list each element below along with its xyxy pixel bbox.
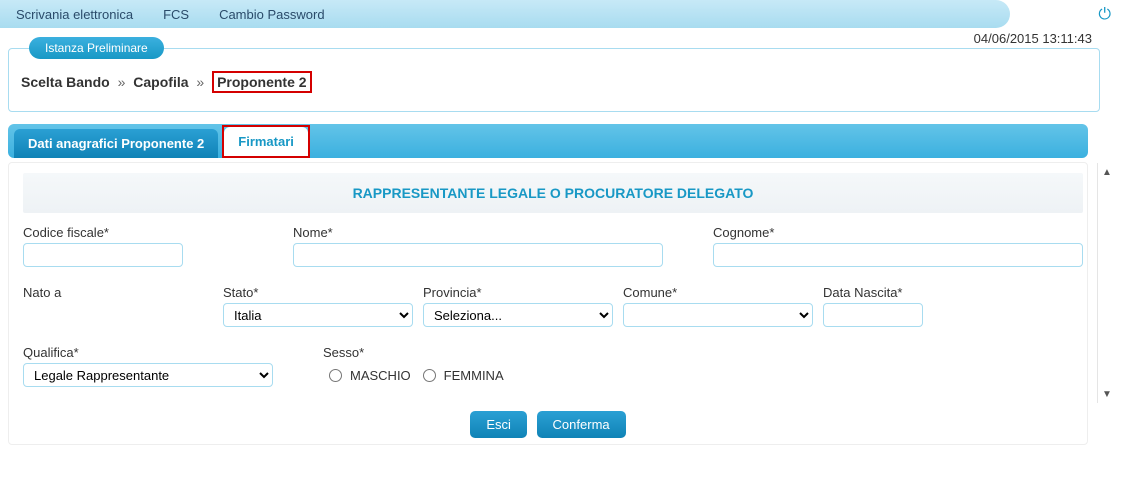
crumb-proponente-highlight: Proponente 2 (212, 71, 311, 93)
label-sesso: Sesso* (323, 345, 623, 360)
label-femmina: FEMMINA (444, 368, 504, 383)
label-data-nascita: Data Nascita* (823, 285, 953, 300)
crumb-scelta-bando[interactable]: Scelta Bando (21, 74, 110, 90)
label-comune: Comune* (623, 285, 823, 300)
conferma-button[interactable]: Conferma (537, 411, 626, 438)
crumb-proponente-2[interactable]: Proponente 2 (217, 74, 306, 90)
tab-dati-anagrafici[interactable]: Dati anagrafici Proponente 2 (14, 129, 218, 158)
scroll-down-icon[interactable]: ▼ (1098, 385, 1116, 403)
label-provincia: Provincia* (423, 285, 623, 300)
label-maschio: MASCHIO (350, 368, 411, 383)
timestamp: 04/06/2015 13:11:43 (0, 28, 1108, 48)
panel-title: Istanza Preliminare (29, 37, 164, 59)
form-area: RAPPRESENTANTE LEGALE O PROCURATORE DELE… (8, 162, 1088, 445)
input-codice-fiscale[interactable] (23, 243, 183, 267)
radio-group-sesso: MASCHIO FEMMINA (323, 363, 623, 387)
select-comune[interactable] (623, 303, 813, 327)
breadcrumb: Scelta Bando » Capofila » Proponente 2 (21, 67, 1087, 99)
nav-fcs[interactable]: FCS (163, 7, 189, 22)
label-nato-a: Nato a (23, 285, 223, 300)
esci-button[interactable]: Esci (470, 411, 527, 438)
select-qualifica[interactable]: Legale Rappresentante (23, 363, 273, 387)
scrollbar[interactable]: ▲ ▼ (1097, 163, 1098, 403)
select-stato[interactable]: Italia (223, 303, 413, 327)
nav-cambio-password[interactable]: Cambio Password (219, 7, 325, 22)
input-nome[interactable] (293, 243, 663, 267)
tab-firmatari[interactable]: Firmatari (224, 127, 308, 156)
crumb-capofila[interactable]: Capofila (133, 74, 188, 90)
scroll-up-icon[interactable]: ▲ (1098, 163, 1116, 181)
top-nav: Scrivania elettronica FCS Cambio Passwor… (0, 0, 1010, 28)
label-nome: Nome* (293, 225, 713, 240)
section-title: RAPPRESENTANTE LEGALE O PROCURATORE DELE… (23, 173, 1083, 213)
radio-femmina[interactable] (423, 369, 436, 382)
input-cognome[interactable] (713, 243, 1083, 267)
tab-firmatari-highlight: Firmatari (222, 125, 310, 158)
power-icon[interactable]: ⏻ (1098, 6, 1111, 24)
label-cognome: Cognome* (713, 225, 1083, 240)
nav-scrivania[interactable]: Scrivania elettronica (16, 7, 133, 22)
button-row: Esci Conferma (9, 403, 1087, 444)
radio-maschio[interactable] (329, 369, 342, 382)
select-provincia[interactable]: Seleziona... (423, 303, 613, 327)
input-data-nascita[interactable] (823, 303, 923, 327)
tab-bar: Dati anagrafici Proponente 2 Firmatari (8, 124, 1088, 158)
label-stato: Stato* (223, 285, 423, 300)
panel-istanza: Istanza Preliminare Scelta Bando » Capof… (8, 48, 1100, 112)
label-codice-fiscale: Codice fiscale* (23, 225, 223, 240)
label-qualifica: Qualifica* (23, 345, 293, 360)
